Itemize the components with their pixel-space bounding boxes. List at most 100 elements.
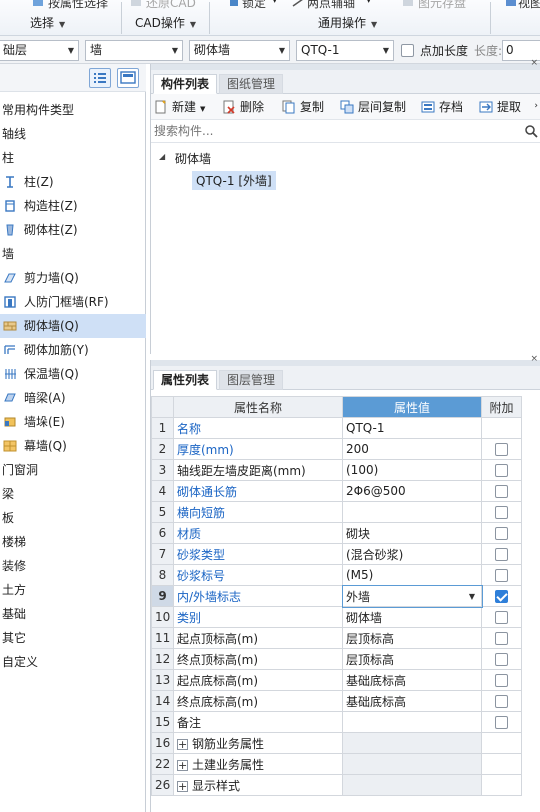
tree-item-20[interactable]: 装修 (0, 554, 146, 578)
select-by-attribute-button[interactable]: 按属性选择 (48, 0, 108, 11)
save-element-button[interactable]: 图元存盘 (418, 0, 466, 11)
property-row[interactable]: 14 终点底标高(m) 基础底标高 (151, 690, 522, 712)
tree-item-9[interactable]: 人防门框墙(RF) (0, 290, 146, 314)
tree-collapse-icon[interactable]: ◢ (159, 152, 165, 161)
tree-component-node[interactable]: QTQ-1 [外墙] (192, 171, 276, 190)
property-row[interactable]: 13 起点底标高(m) 基础底标高 (151, 669, 522, 691)
copy-button[interactable]: 复制 (282, 98, 324, 116)
property-row[interactable]: 10 类别 砌体墙 (151, 606, 522, 628)
property-row[interactable]: 8 砂浆标号 (M5) (151, 564, 522, 586)
floor-copy-button[interactable]: 层间复制 (340, 98, 406, 116)
attach-checkbox[interactable] (495, 485, 508, 498)
property-value[interactable]: 2Φ6@500 (342, 480, 482, 502)
attach-checkbox[interactable] (495, 716, 508, 729)
expand-icon[interactable]: + (177, 780, 188, 792)
property-value[interactable]: (100) (342, 459, 482, 481)
restore-cad-button[interactable]: 还原CAD (146, 0, 196, 11)
tree-item-1[interactable]: 常用构件类型 (0, 98, 146, 122)
property-value[interactable]: 基础底标高 (342, 669, 482, 691)
tree-item-16[interactable]: 门窗洞 (0, 458, 146, 482)
property-value[interactable]: (M5) (342, 564, 482, 586)
property-row[interactable]: 5 横向短筋 (151, 501, 522, 523)
lock-dropdown-icon[interactable]: ▼ (272, 0, 277, 4)
two-point-axis-button[interactable]: 两点辅轴 (307, 0, 355, 11)
tree-item-22[interactable]: 基础 (0, 602, 146, 626)
attach-checkbox[interactable] (495, 443, 508, 456)
tree-item-23[interactable]: 其它 (0, 626, 146, 650)
property-value-select[interactable]: 外墙 ▼ (341, 584, 483, 608)
component-select[interactable]: QTQ-1 ▼ (296, 40, 394, 61)
attach-checkbox[interactable] (495, 695, 508, 708)
tab-component-list[interactable]: 构件列表 (153, 74, 218, 94)
attach-checkbox[interactable] (495, 632, 508, 645)
panel-close-icon[interactable]: × (530, 58, 538, 68)
attach-checkbox[interactable] (495, 590, 508, 603)
lock-button[interactable]: 锁定 (242, 0, 266, 11)
panel-close-icon[interactable]: × (530, 354, 538, 364)
property-value[interactable]: 层顶标高 (342, 648, 482, 670)
two-point-axis-dropdown-icon[interactable]: ▼ (366, 0, 371, 4)
tree-item-3[interactable]: 柱 (0, 146, 146, 170)
delete-button[interactable]: 删除 (222, 98, 264, 116)
property-value[interactable]: 基础底标高 (342, 690, 482, 712)
tree-item-18[interactable]: 板 (0, 506, 146, 530)
property-group-row[interactable]: 16 + 钢筋业务属性 (151, 732, 522, 754)
property-row[interactable]: 15 备注 (151, 711, 522, 733)
general-operation-group[interactable]: 通用操作 ▼ (318, 14, 377, 31)
icon-view-button[interactable] (117, 68, 139, 88)
select-group[interactable]: 选择 ▼ (30, 14, 65, 31)
attach-checkbox[interactable] (495, 569, 508, 582)
property-group-row[interactable]: 22 + 土建业务属性 (151, 753, 522, 775)
tree-item-21[interactable]: 土方 (0, 578, 146, 602)
property-row[interactable]: 11 起点顶标高(m) 层顶标高 (151, 627, 522, 649)
property-value[interactable]: 砌体墙 (342, 606, 482, 628)
component-search-input[interactable] (151, 121, 511, 141)
tree-item-10[interactable]: 砌体墙(Q) (0, 314, 146, 338)
tree-item-2[interactable]: 轴线 (0, 122, 146, 146)
new-button[interactable]: 新建 ▼ (154, 98, 205, 116)
view-button[interactable]: 视图 (518, 0, 540, 11)
property-row[interactable]: 12 终点顶标高(m) 层顶标高 (151, 648, 522, 670)
tree-item-17[interactable]: 梁 (0, 482, 146, 506)
attach-checkbox[interactable] (495, 548, 508, 561)
attach-checkbox[interactable] (495, 527, 508, 540)
tree-item-5[interactable]: 构造柱(Z) (0, 194, 146, 218)
tree-item-12[interactable]: 保温墙(Q) (0, 362, 146, 386)
property-group-row[interactable]: 26 + 显示样式 (151, 774, 522, 796)
property-value[interactable] (342, 501, 482, 523)
property-value[interactable]: QTQ-1 (342, 417, 482, 439)
property-row[interactable]: 7 砂浆类型 (混合砂浆) (151, 543, 522, 565)
tree-item-15[interactable]: 幕墙(Q) (0, 434, 146, 458)
tab-layer-management[interactable]: 图层管理 (219, 370, 284, 390)
tree-item-7[interactable]: 墙 (0, 242, 146, 266)
tab-property-list[interactable]: 属性列表 (153, 370, 218, 390)
tab-drawing-management[interactable]: 图纸管理 (219, 74, 284, 94)
property-value[interactable]: 层顶标高 (342, 627, 482, 649)
tree-item-4[interactable]: 柱(Z) (0, 170, 146, 194)
search-icon[interactable] (524, 124, 538, 138)
archive-button[interactable]: 存档 (421, 98, 463, 116)
toolbar-overflow-icon[interactable]: › (534, 101, 538, 111)
tree-item-11[interactable]: 砌体加筋(Y) (0, 338, 146, 362)
property-row[interactable]: 9 内/外墙标志 外墙 ▼ (151, 584, 522, 608)
tree-item-14[interactable]: 墙垛(E) (0, 410, 146, 434)
tree-root-node[interactable]: 砌体墙 (175, 150, 211, 167)
tree-item-13[interactable]: 暗梁(A) (0, 386, 146, 410)
attach-checkbox[interactable] (495, 674, 508, 687)
property-value[interactable] (342, 711, 482, 733)
property-row[interactable]: 2 厚度(mm) 200 (151, 438, 522, 460)
property-value[interactable]: (混合砂浆) (342, 543, 482, 565)
list-view-button[interactable] (89, 68, 111, 88)
property-row[interactable]: 4 砌体通长筋 2Φ6@500 (151, 480, 522, 502)
tree-item-24[interactable]: 自定义 (0, 650, 146, 674)
expand-icon[interactable]: + (177, 759, 188, 771)
extract-button[interactable]: 提取 (479, 98, 521, 116)
type-select[interactable]: 墙 ▼ (85, 40, 183, 61)
property-value[interactable]: 砌块 (342, 522, 482, 544)
attach-checkbox[interactable] (495, 506, 508, 519)
property-row[interactable]: 6 材质 砌块 (151, 522, 522, 544)
property-value[interactable]: 200 (342, 438, 482, 460)
property-row[interactable]: 1 名称 QTQ-1 (151, 417, 522, 439)
tree-item-8[interactable]: 剪力墙(Q) (0, 266, 146, 290)
point-length-checkbox[interactable] (401, 44, 414, 57)
